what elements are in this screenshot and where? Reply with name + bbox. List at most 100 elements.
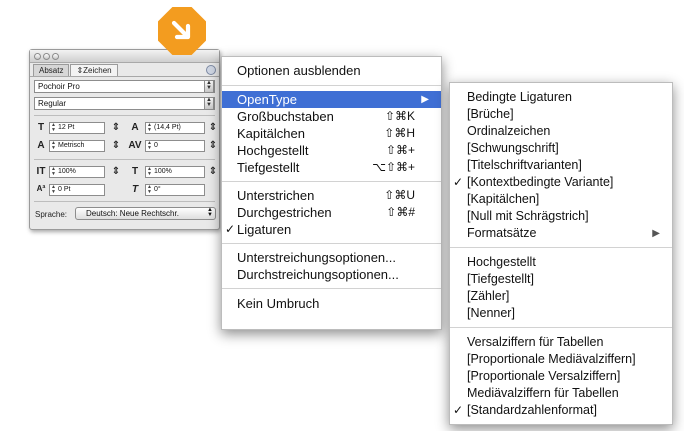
scale-row: IT ▲ ▼ 100% ⇕ T ▲ ▼ 100% ⇕ — [34, 166, 217, 179]
submenu-item-fractions[interactable]: [Brüche] — [450, 106, 672, 123]
menu-item-label: [Proportionale Versalziffern] — [467, 369, 621, 383]
font-size-icon: T — [37, 122, 45, 133]
menu-item-shortcut: ⌥⇧⌘+ — [372, 160, 415, 174]
submenu-arrow-icon: ▶ — [421, 94, 429, 105]
dropdown-icon[interactable]: ⇕ — [206, 140, 220, 151]
menu-item-label: Großbuchstaben — [237, 109, 334, 124]
horizontal-scale-icon: T — [131, 166, 139, 177]
submenu-item-numerator[interactable]: [Zähler] — [450, 288, 672, 305]
menu-item-subscript[interactable]: Tiefgestellt ⌥⇧⌘+ — [222, 159, 441, 176]
dropdown-icon[interactable]: ⇕ — [109, 140, 123, 151]
close-icon[interactable] — [34, 53, 41, 60]
submenu-item-proportional-lining[interactable]: [Proportionale Versalziffern] — [450, 368, 672, 385]
submenu-item-proportional-oldstyle[interactable]: [Proportionale Mediävalziffern] — [450, 351, 672, 368]
menu-item-strikethrough[interactable]: Durchgestrichen ⇧⌘# — [222, 204, 441, 221]
submenu-item-discretionary-ligatures[interactable]: Bedingte Ligaturen — [450, 89, 672, 106]
baseline-shift-value: 0 Pt — [58, 186, 71, 193]
menu-item-ligatures[interactable]: ✓ Ligaturen — [222, 221, 441, 238]
submenu-item-tabular-lining[interactable]: Versalziffern für Tabellen — [450, 334, 672, 351]
tracking-field[interactable]: ▲ ▼ 0 — [145, 140, 205, 152]
dropdown-icon[interactable]: ⇕ — [109, 122, 123, 133]
menu-separator — [222, 288, 441, 289]
dropdown-icon[interactable]: ⇕ — [206, 166, 220, 177]
menu-item-small-caps[interactable]: Kapitälchen ⇧⌘H — [222, 125, 441, 142]
stepper-icon: ▲ ▼ — [51, 184, 56, 195]
baseline-shift-field[interactable]: ▲ ▼ 0 Pt — [49, 184, 105, 196]
submenu-item-contextual[interactable]: ✓ [Kontextbedingte Variante] — [450, 174, 672, 191]
dropdown-icon[interactable]: ⇕ — [109, 166, 123, 177]
select-arrows-icon: ▲ ▼ — [207, 207, 213, 218]
vertical-scale-value: 100% — [58, 168, 76, 175]
skew-field[interactable]: ▲ ▼ 0° — [145, 184, 205, 196]
menu-item-label: [Tiefgestellt] — [467, 272, 534, 286]
menu-item-no-break[interactable]: Kein Umbruch — [222, 295, 441, 312]
menu-item-hide-options[interactable]: Optionen ausblenden — [222, 62, 441, 79]
menu-item-label: Durchgestrichen — [237, 205, 332, 220]
tab-absatz[interactable]: Absatz — [33, 64, 70, 76]
palette-menu-button[interactable] — [206, 65, 216, 75]
submenu-item-ordinal[interactable]: Ordinalzeichen — [450, 123, 672, 140]
leading-value: (14,4 Pt) — [154, 124, 181, 131]
submenu-item-default-figure-style[interactable]: ✓ [Standardzahlenformat] — [450, 402, 672, 419]
kerning-tracking-row: A ▲ ▼ Metrisch ⇕ AV ▲ ▼ 0 ⇕ — [34, 140, 217, 153]
arrow-down-right-icon — [171, 20, 191, 40]
tab-zeichen[interactable]: ⇕Zeichen — [70, 64, 118, 76]
horizontal-scale-value: 100% — [154, 168, 172, 175]
font-size-field[interactable]: ▲ ▼ 12 Pt — [49, 122, 105, 134]
divider — [34, 115, 215, 116]
zoom-icon[interactable] — [52, 53, 59, 60]
dropdown-icon[interactable]: ⇕ — [206, 122, 220, 133]
menu-item-strikethrough-options[interactable]: Durchstreichungsoptionen... — [222, 266, 441, 283]
submenu-item-superscript[interactable]: Hochgestellt — [450, 254, 672, 271]
menu-item-label: Bedingte Ligaturen — [467, 90, 572, 104]
menu-separator — [222, 243, 441, 244]
submenu-item-tabular-oldstyle[interactable]: Mediävalziffern für Tabellen — [450, 385, 672, 402]
kerning-field[interactable]: ▲ ▼ Metrisch — [49, 140, 105, 152]
menu-item-label: Mediävalziffern für Tabellen — [467, 386, 619, 400]
font-style-select[interactable]: Regular ▲ ▼ — [34, 97, 215, 110]
language-select[interactable]: Deutsch: Neue Rechtschr. ▲ ▼ — [75, 207, 216, 220]
menu-item-label: [Null mit Schrägstrich] — [467, 209, 589, 223]
menu-item-label: Unterstreichungsoptionen... — [237, 250, 396, 265]
stepper-icon: ▲ ▼ — [51, 166, 56, 177]
language-label: Sprache: — [35, 210, 68, 219]
vertical-scale-field[interactable]: ▲ ▼ 100% — [49, 166, 105, 178]
submenu-item-subscript[interactable]: [Tiefgestellt] — [450, 271, 672, 288]
minimize-icon[interactable] — [43, 53, 50, 60]
horizontal-scale-field[interactable]: ▲ ▼ 100% — [145, 166, 205, 178]
stepper-icon: ▲ ▼ — [51, 140, 56, 151]
menu-item-underline[interactable]: Unterstrichen ⇧⌘U — [222, 187, 441, 204]
menu-item-shortcut: ⇧⌘+ — [385, 143, 415, 157]
menu-item-label: [Schwungschrift] — [467, 141, 559, 155]
leading-field[interactable]: ▲ ▼ (14,4 Pt) — [145, 122, 205, 134]
menu-separator — [450, 327, 672, 328]
submenu-item-stylistic-sets[interactable]: Formatsätze ▶ — [450, 225, 672, 242]
menu-item-underline-options[interactable]: Unterstreichungsoptionen... — [222, 249, 441, 266]
font-family-select[interactable]: Pochoir Pro ▲ ▼ — [34, 80, 215, 93]
menu-item-label: Formatsätze — [467, 226, 537, 240]
menu-item-shortcut: ⇧⌘H — [384, 126, 415, 140]
menu-item-label: [Titelschriftvarianten] — [467, 158, 582, 172]
menu-item-superscript[interactable]: Hochgestellt ⇧⌘+ — [222, 142, 441, 159]
submenu-item-small-caps[interactable]: [Kapitälchen] — [450, 191, 672, 208]
menu-item-opentype[interactable]: OpenType ▶ — [222, 91, 441, 108]
menu-item-label: [Proportionale Mediävalziffern] — [467, 352, 636, 366]
stepper-icon: ▲ ▼ — [147, 122, 152, 133]
stepper-icon: ▲ ▼ — [51, 122, 56, 133]
size-leading-row: T ▲ ▼ 12 Pt ⇕ A ▲ ▼ (14,4 Pt) ⇕ — [34, 122, 217, 135]
menu-item-label: [Kapitälchen] — [467, 192, 540, 206]
select-arrows-icon: ▲ ▼ — [204, 97, 214, 110]
submenu-item-denominator[interactable]: [Nenner] — [450, 305, 672, 322]
menu-item-all-caps[interactable]: Großbuchstaben ⇧⌘K — [222, 108, 441, 125]
select-arrows-icon: ▲ ▼ — [204, 80, 214, 93]
submenu-item-slashed-zero[interactable]: [Null mit Schrägstrich] — [450, 208, 672, 225]
submenu-item-swash[interactable]: [Schwungschrift] — [450, 140, 672, 157]
divider — [34, 159, 215, 160]
submenu-arrow-icon: ▶ — [652, 228, 660, 239]
menu-item-shortcut: ⇧⌘U — [384, 188, 415, 202]
menu-item-label: Optionen ausblenden — [237, 63, 361, 78]
menu-separator — [450, 247, 672, 248]
menu-item-label: Kein Umbruch — [237, 296, 320, 311]
menu-item-label: Versalziffern für Tabellen — [467, 335, 604, 349]
submenu-item-titling[interactable]: [Titelschriftvarianten] — [450, 157, 672, 174]
